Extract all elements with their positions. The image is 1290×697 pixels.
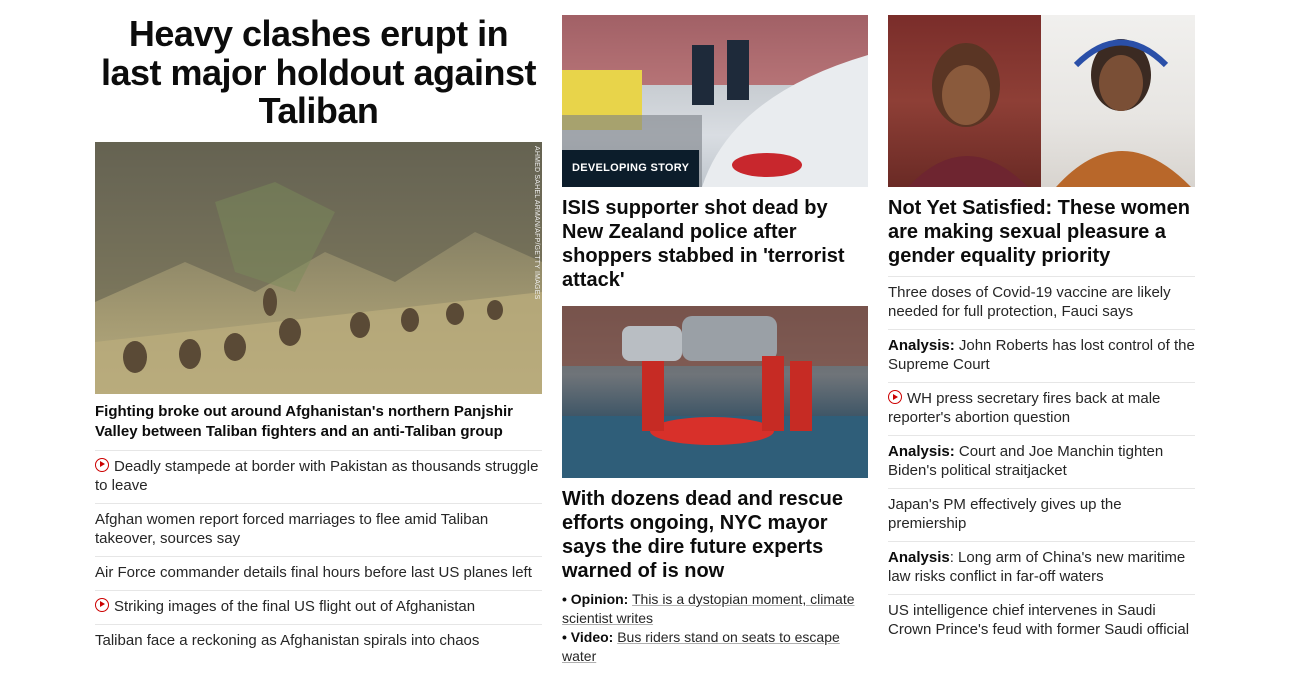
lead-photo[interactable]: AHMED SAHEL ARMAN/AFP/GETTY IMAGES [95, 141, 542, 394]
middle-column: DEVELOPING STORY ISIS supporter shot dea… [562, 0, 868, 666]
developing-story-badge: DEVELOPING STORY [562, 150, 700, 187]
feature-headline[interactable]: Not Yet Satisfied: These women are makin… [888, 196, 1195, 268]
link-prefix: • Opinion: [562, 591, 629, 607]
list-item-text: US intelligence chief intervenes in Saud… [888, 602, 1190, 638]
portrait-left-image [888, 15, 1041, 187]
play-video-icon [95, 457, 109, 472]
list-item-text: Deadly stampede at border with Pakistan … [95, 457, 539, 494]
list-item[interactable]: US intelligence chief intervenes in Saud… [888, 594, 1195, 647]
nyc-story-headline[interactable]: With dozens dead and rescue efforts ongo… [562, 487, 868, 583]
list-item[interactable]: • Opinion: This is a dystopian moment, c… [562, 590, 868, 628]
nz-story-headline[interactable]: ISIS supporter shot dead by New Zealand … [562, 196, 868, 292]
nyc-related-links: • Opinion: This is a dystopian moment, c… [562, 590, 868, 666]
analysis-label: Analysis [888, 549, 950, 566]
list-item[interactable]: Afghan women report forced marriages to … [95, 502, 542, 556]
list-item[interactable]: Taliban face a reckoning as Afghanistan … [95, 623, 542, 658]
top-headlines-list: Three doses of Covid-19 vaccine are like… [888, 276, 1195, 647]
list-item[interactable]: Striking images of the final US flight o… [95, 589, 542, 624]
list-item[interactable]: • Video: Bus riders stand on seats to es… [562, 628, 868, 666]
list-item-text: Japan's PM effectively gives up the prem… [888, 496, 1122, 532]
link-prefix: • Video: [562, 629, 614, 645]
play-video-icon [95, 597, 109, 612]
list-item[interactable]: Deadly stampede at border with Pakistan … [95, 449, 542, 503]
list-item[interactable]: Japan's PM effectively gives up the prem… [888, 488, 1195, 541]
list-item[interactable]: Air Force commander details final hours … [95, 555, 542, 590]
list-item[interactable]: Analysis: Court and Joe Manchin tighten … [888, 435, 1195, 488]
lead-headline[interactable]: Heavy clashes erupt in last major holdou… [95, 0, 542, 131]
portrait-right-image [1041, 15, 1195, 187]
list-item-text: Taliban face a reckoning as Afghanistan … [95, 631, 480, 649]
list-item-text: WH press secretary fires back at male re… [888, 390, 1161, 426]
lead-summary-link[interactable]: Fighting broke out around Afghanistan's … [95, 402, 542, 442]
nz-police-photo[interactable]: DEVELOPING STORY [562, 15, 868, 187]
list-item[interactable]: Three doses of Covid-19 vaccine are like… [888, 276, 1195, 329]
flood-rescue-image [562, 306, 868, 478]
list-item-text: Three doses of Covid-19 vaccine are like… [888, 284, 1171, 320]
right-column: Not Yet Satisfied: These women are makin… [888, 0, 1195, 647]
list-item-text: Afghan women report forced marriages to … [95, 510, 489, 547]
analysis-label: Analysis: [888, 443, 955, 460]
analysis-label: Analysis: [888, 337, 955, 354]
lead-related-list: Deadly stampede at border with Pakistan … [95, 449, 542, 658]
list-item[interactable]: Analysis: John Roberts has lost control … [888, 329, 1195, 382]
list-item[interactable]: Analysis: Long arm of China's new mariti… [888, 541, 1195, 594]
lead-column: Heavy clashes erupt in last major holdou… [95, 0, 542, 658]
list-item-text: Striking images of the final US flight o… [114, 597, 476, 615]
play-video-icon [888, 390, 902, 404]
nyc-flood-photo[interactable] [562, 306, 868, 478]
list-item-text: Air Force commander details final hours … [95, 563, 532, 581]
mountain-landscape-image [95, 141, 542, 394]
feature-photo[interactable] [888, 15, 1195, 187]
photo-credit: AHMED SAHEL ARMAN/AFP/GETTY IMAGES [533, 145, 540, 299]
list-item[interactable]: WH press secretary fires back at male re… [888, 382, 1195, 435]
